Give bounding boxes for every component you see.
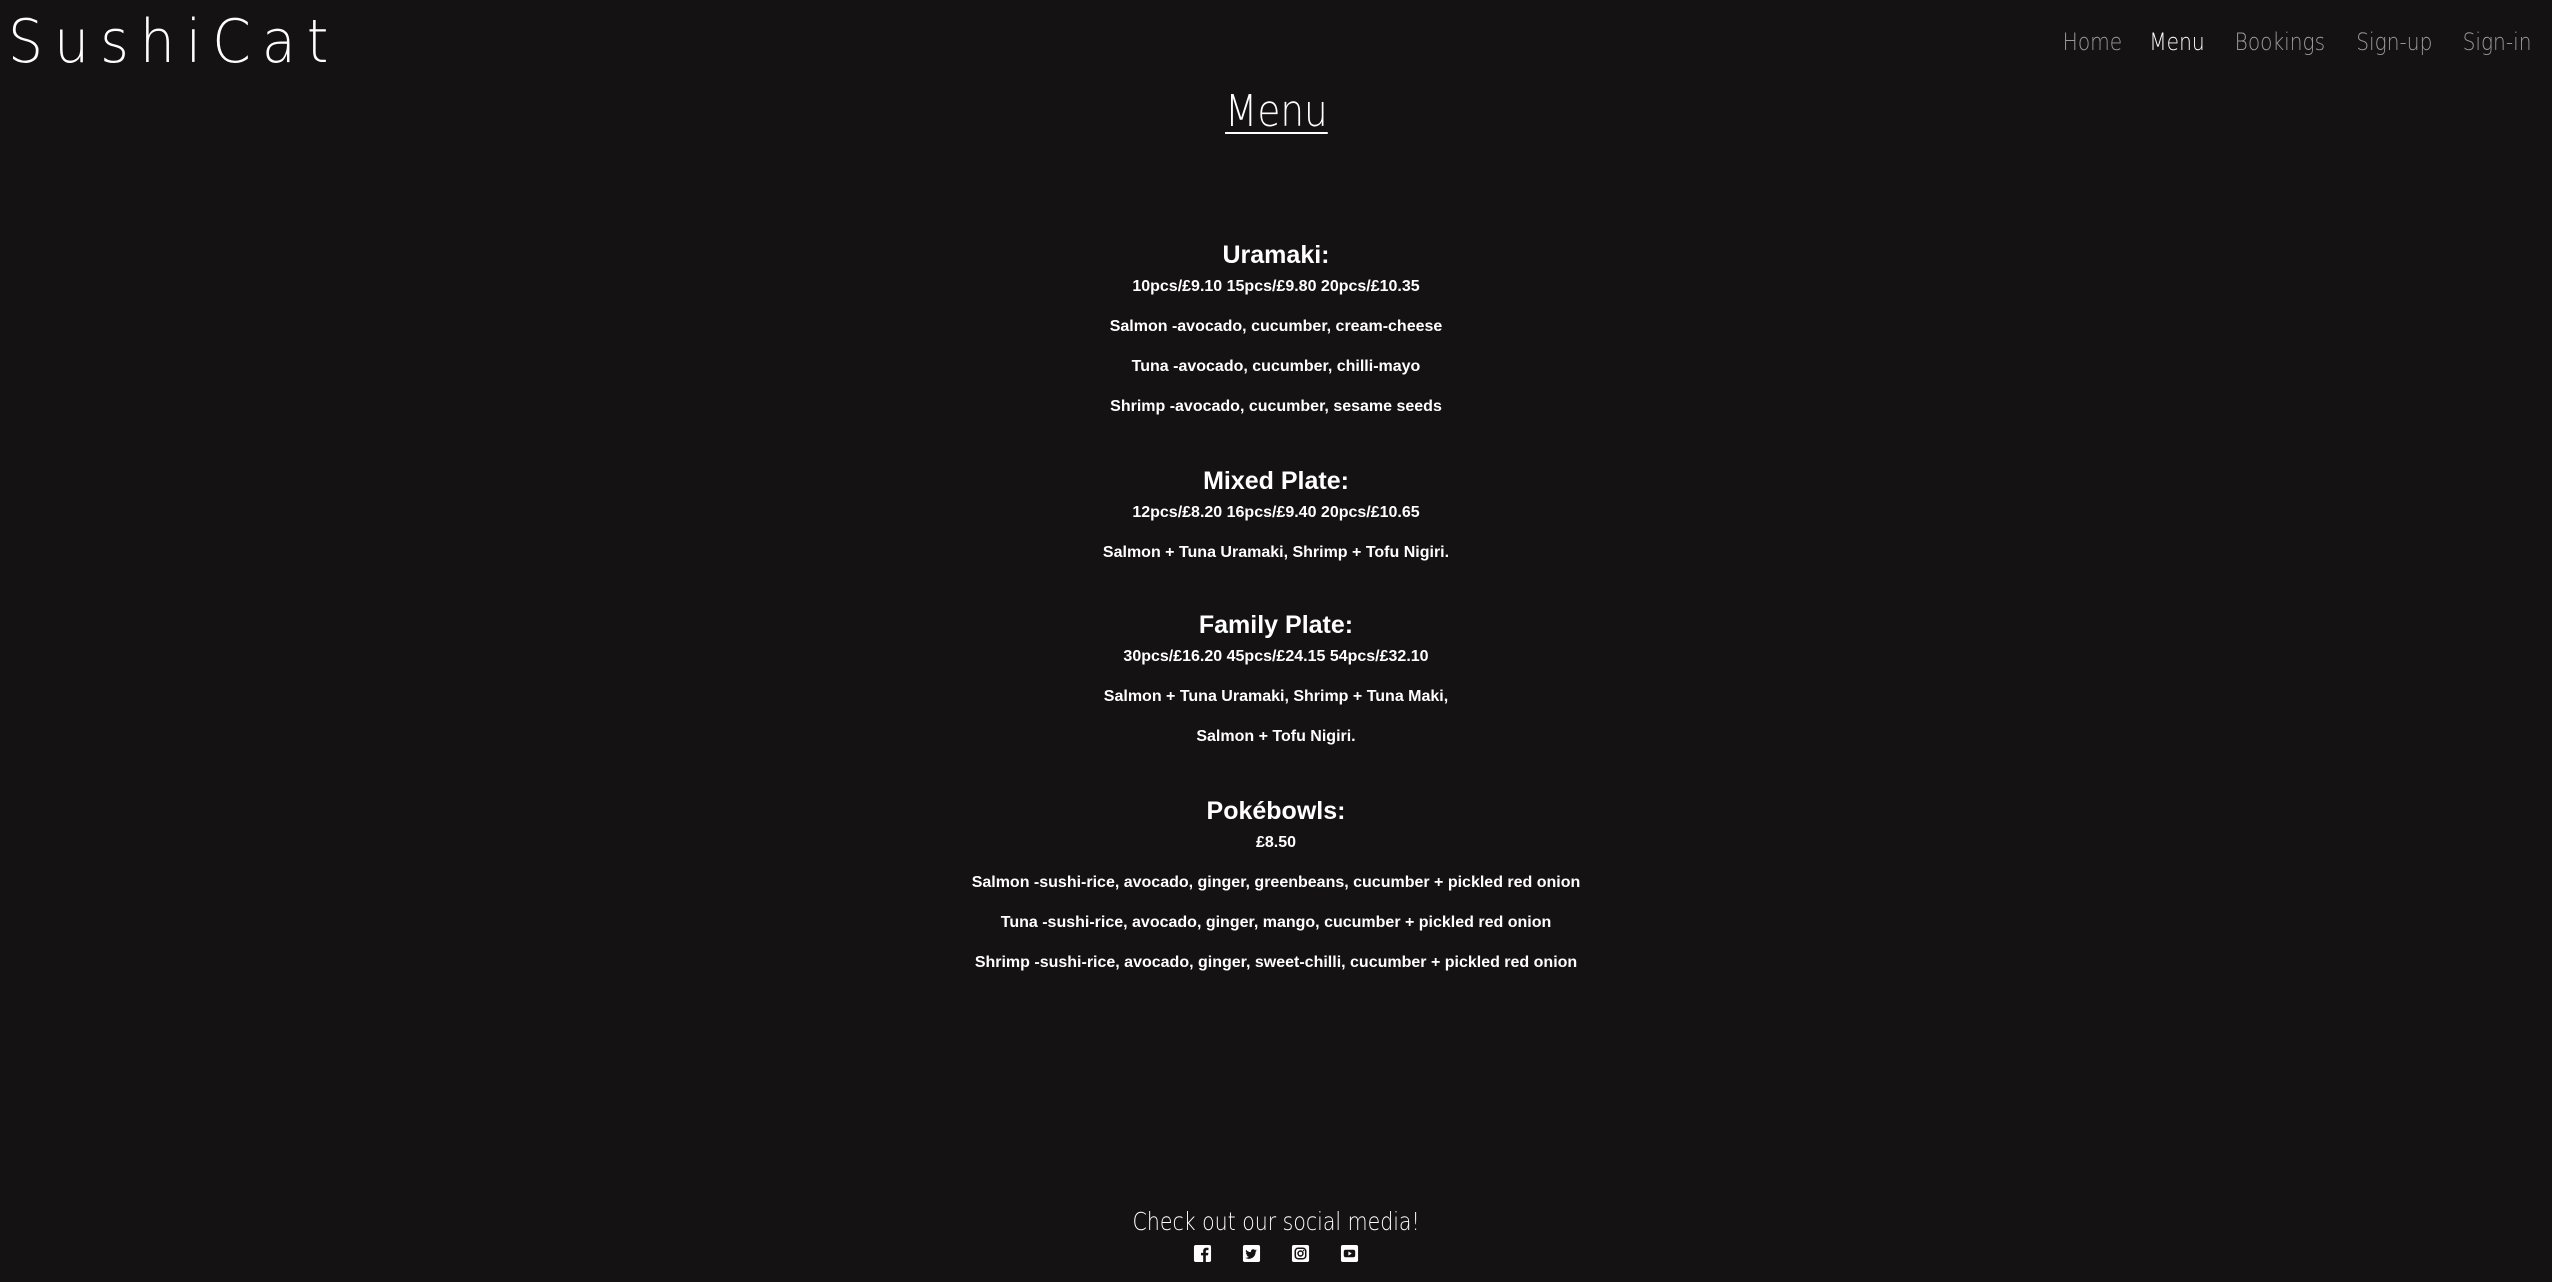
menu-item: Tuna -sushi-rice, avocado, ginger, mango… [1000, 914, 1552, 931]
footer-social-text: Check out our social media! [1132, 1207, 1420, 1236]
section-title: Uramaki: [1222, 241, 1330, 269]
menu-list: Uramaki: 10pcs/£9.10 15pcs/£9.80 20pcs/£… [0, 236, 2552, 976]
youtube-icon[interactable] [1340, 1244, 1359, 1263]
nav-link-home[interactable]: Home [2062, 22, 2122, 62]
menu-item: Salmon + Tuna Uramaki, Shrimp + Tuna Mak… [1103, 688, 1449, 705]
twitter-icon[interactable] [1242, 1244, 1261, 1263]
section-price: 12pcs/£8.20 16pcs/£9.40 20pcs/£10.65 [1132, 504, 1420, 521]
section-title: Mixed Plate: [1203, 467, 1349, 495]
section-title: Family Plate: [1198, 611, 1354, 639]
section-title: Pokébowls: [1206, 797, 1346, 825]
nav-link-sign-up[interactable]: Sign-up [2357, 22, 2433, 62]
brand-logo[interactable]: SushiCat [8, 6, 339, 78]
facebook-icon[interactable] [1193, 1244, 1212, 1263]
menu-item: Tuna -avocado, cucumber, chilli-mayo [1131, 358, 1421, 375]
menu-item: Salmon -avocado, cucumber, cream-cheese [1109, 318, 1443, 335]
footer: Check out our social media! [0, 1202, 2552, 1263]
nav-link-sign-in[interactable]: Sign-in [2463, 22, 2532, 62]
section-price: 10pcs/£9.10 15pcs/£9.80 20pcs/£10.35 [1132, 278, 1420, 295]
menu-item: Salmon + Tofu Nigiri. [1196, 728, 1356, 745]
menu-item: Salmon + Tuna Uramaki, Shrimp + Tofu Nig… [1102, 544, 1450, 561]
menu-section-uramaki: Uramaki: 10pcs/£9.10 15pcs/£9.80 20pcs/£… [0, 236, 2552, 420]
nav-link-bookings[interactable]: Bookings [2234, 22, 2325, 62]
page-title: Menu [0, 82, 2552, 142]
section-price: £8.50 [1255, 834, 1297, 851]
instagram-icon[interactable] [1291, 1244, 1310, 1263]
menu-section-family-plate: Family Plate: 30pcs/£16.20 45pcs/£24.15 … [0, 606, 2552, 750]
menu-item: Salmon -sushi-rice, avocado, ginger, gre… [971, 874, 1581, 891]
menu-section-mixed-plate: Mixed Plate: 12pcs/£8.20 16pcs/£9.40 20p… [0, 462, 2552, 566]
menu-section-pokebowls: Pokébowls: £8.50 Salmon -sushi-rice, avo… [0, 792, 2552, 976]
section-price: 30pcs/£16.20 45pcs/£24.15 54pcs/£32.10 [1123, 648, 1429, 665]
menu-item: Shrimp -avocado, cucumber, sesame seeds [1110, 398, 1442, 415]
menu-item: Shrimp -sushi-rice, avocado, ginger, swe… [974, 954, 1578, 971]
main-nav: Home Menu Bookings Sign-up Sign-in [2057, 22, 2538, 62]
nav-link-menu[interactable]: Menu [2149, 22, 2204, 62]
social-links [0, 1244, 2552, 1263]
page-title-text: Menu [1224, 86, 1328, 137]
